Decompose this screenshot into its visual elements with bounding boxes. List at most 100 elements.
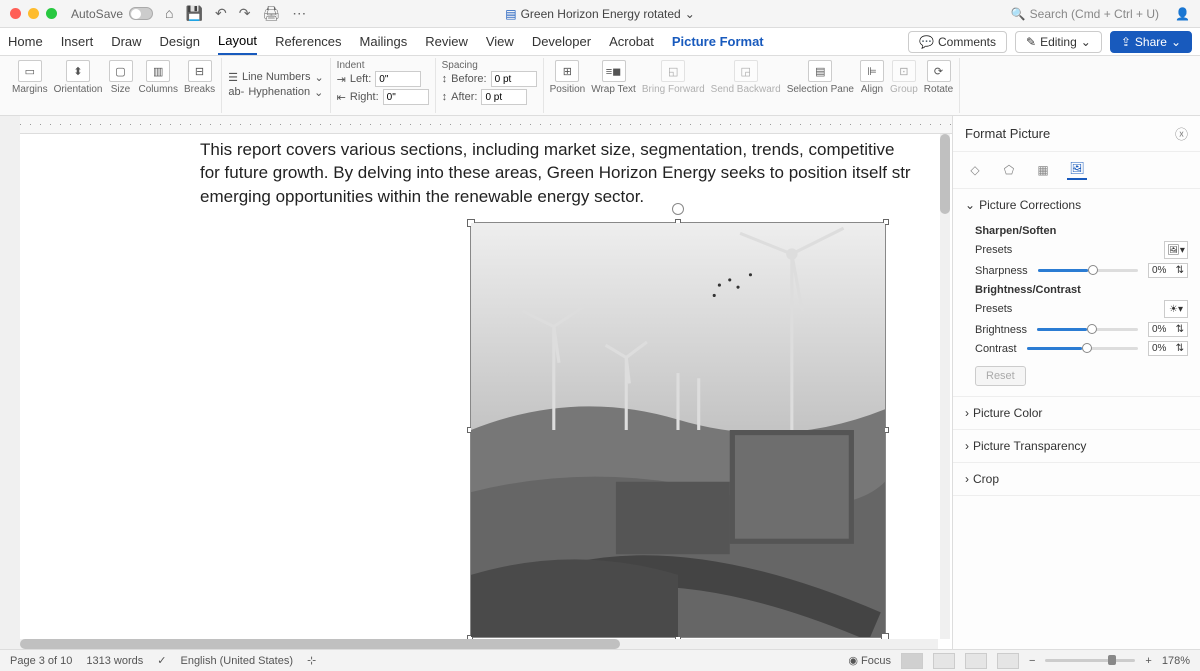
send-backward-button[interactable]: ◲Send Backward <box>711 60 781 95</box>
spacing-after-input[interactable] <box>481 89 527 105</box>
zoom-slider[interactable] <box>1045 659 1135 662</box>
brightness-value[interactable]: 0%⇅ <box>1148 322 1188 337</box>
document-title[interactable]: ▤ Green Horizon Energy rotated ⌄ <box>505 7 695 21</box>
effects-tab-icon[interactable]: ⬠ <box>999 160 1019 180</box>
tab-design[interactable]: Design <box>160 29 200 54</box>
share-button[interactable]: ⇪Share⌄ <box>1110 31 1192 53</box>
undo-icon[interactable]: ↶ <box>215 5 227 22</box>
position-button[interactable]: ⊞Position <box>550 60 586 95</box>
vertical-scrollbar[interactable] <box>940 134 950 639</box>
more-icon[interactable]: ⋯ <box>292 5 306 22</box>
quick-access-toolbar: ⌂ 💾 ↶ ↷ 🖨 ⋯ <box>165 5 306 22</box>
language-indicator[interactable]: English (United States) <box>180 655 293 667</box>
close-icon[interactable]: ⓧ <box>1175 124 1188 143</box>
save-icon[interactable]: 💾 <box>186 5 203 22</box>
selection-pane-button[interactable]: ▤Selection Pane <box>787 60 854 95</box>
tab-draw[interactable]: Draw <box>111 29 141 54</box>
crop-section[interactable]: ›Crop <box>953 463 1200 496</box>
tab-insert[interactable]: Insert <box>61 29 94 54</box>
contrast-value[interactable]: 0%⇅ <box>1148 341 1188 356</box>
picture-tab-icon[interactable]: 🖼 <box>1067 160 1087 180</box>
spacing-before-input[interactable] <box>491 71 537 87</box>
accessibility-icon[interactable]: ⊹ <box>307 654 316 667</box>
document-area[interactable]: This report covers various sections, inc… <box>0 116 952 649</box>
horizontal-scrollbar[interactable] <box>20 639 938 649</box>
body-text[interactable]: This report covers various sections, inc… <box>200 134 952 208</box>
size-button[interactable]: ▢Size <box>109 60 133 95</box>
brightness-contrast-label: Brightness/Contrast <box>975 284 1188 296</box>
outline-view[interactable] <box>965 653 987 669</box>
margins-button[interactable]: ▭Margins <box>12 60 48 95</box>
indent-right-input[interactable] <box>383 89 429 105</box>
group-button[interactable]: ⊡Group <box>890 60 918 95</box>
autosave-toggle[interactable]: AutoSave <box>71 7 153 21</box>
brightness-slider[interactable] <box>1037 328 1138 331</box>
tab-developer[interactable]: Developer <box>532 29 591 54</box>
fill-tab-icon[interactable]: ◇ <box>965 160 985 180</box>
group-spacing: Spacing ↕Before: ↕After: <box>436 58 544 113</box>
close-window[interactable] <box>10 8 21 19</box>
breaks-button[interactable]: ⊟Breaks <box>184 60 215 95</box>
line-numbers-button[interactable]: ☰Line Numbers⌄ <box>228 71 324 84</box>
group-line-hyphen: ☰Line Numbers⌄ ab-Hyphenation⌄ <box>222 58 331 113</box>
rotate-button[interactable]: ⟳Rotate <box>924 60 953 95</box>
align-button[interactable]: ⊫Align <box>860 60 884 95</box>
bring-forward-button[interactable]: ◱Bring Forward <box>642 60 705 95</box>
wrap-text-button[interactable]: ≡◼Wrap Text <box>591 60 636 95</box>
zoom-out[interactable]: − <box>1029 655 1035 667</box>
tab-picture-format[interactable]: Picture Format <box>672 29 764 54</box>
scrollbar-thumb[interactable] <box>940 134 950 214</box>
sharpen-presets-button[interactable]: 🖼▾ <box>1164 241 1188 259</box>
tab-references[interactable]: References <box>275 29 341 54</box>
tab-home[interactable]: Home <box>8 29 43 54</box>
group-arrange: ⊞Position ≡◼Wrap Text ◱Bring Forward ◲Se… <box>544 58 961 113</box>
rotate-handle[interactable] <box>672 203 684 215</box>
comments-button[interactable]: 💬Comments <box>908 31 1007 53</box>
draft-view[interactable] <box>997 653 1019 669</box>
tab-view[interactable]: View <box>486 29 514 54</box>
scrollbar-thumb[interactable] <box>20 639 620 649</box>
web-layout-view[interactable] <box>933 653 955 669</box>
tab-mailings[interactable]: Mailings <box>360 29 408 54</box>
zoom-level[interactable]: 178% <box>1162 655 1190 667</box>
page[interactable]: This report covers various sections, inc… <box>20 134 952 649</box>
page-indicator[interactable]: Page 3 of 10 <box>10 655 72 667</box>
editing-button[interactable]: ✎Editing⌄ <box>1015 31 1102 53</box>
user-icon[interactable]: 👤 <box>1175 7 1190 21</box>
indent-left-input[interactable] <box>375 71 421 87</box>
reset-button[interactable]: Reset <box>975 366 1026 386</box>
hyphenation-button[interactable]: ab-Hyphenation⌄ <box>228 86 323 99</box>
chevron-down-icon: ⌄ <box>1171 35 1181 49</box>
toggle-switch[interactable] <box>129 7 153 20</box>
picture-transparency-section[interactable]: ›Picture Transparency <box>953 430 1200 463</box>
tab-review[interactable]: Review <box>425 29 468 54</box>
home-icon[interactable]: ⌂ <box>165 5 173 22</box>
size-tab-icon[interactable]: ▦ <box>1033 160 1053 180</box>
maximize-window[interactable] <box>46 8 57 19</box>
search-input[interactable]: 🔍 Search (Cmd + Ctrl + U) <box>1011 7 1159 21</box>
print-layout-view[interactable] <box>901 653 923 669</box>
selected-picture[interactable] <box>470 222 886 638</box>
chevron-down-icon[interactable]: ⌄ <box>685 7 695 21</box>
sharpness-slider[interactable] <box>1038 269 1138 272</box>
spellcheck-icon[interactable]: ✓ <box>157 654 166 667</box>
focus-mode[interactable]: ◉ Focus <box>848 654 891 667</box>
minimize-window[interactable] <box>28 8 39 19</box>
word-count[interactable]: 1313 words <box>86 655 143 667</box>
zoom-in[interactable]: + <box>1145 655 1151 667</box>
print-icon[interactable]: 🖨 <box>262 5 280 22</box>
tab-layout[interactable]: Layout <box>218 28 257 55</box>
chevron-right-icon: › <box>965 472 969 486</box>
redo-icon[interactable]: ↷ <box>239 5 251 22</box>
picture-color-section[interactable]: ›Picture Color <box>953 397 1200 430</box>
contrast-slider[interactable] <box>1027 347 1138 350</box>
section-toggle[interactable]: ⌄Picture Corrections <box>965 195 1188 215</box>
sharpness-value[interactable]: 0%⇅ <box>1148 263 1188 278</box>
tab-acrobat[interactable]: Acrobat <box>609 29 654 54</box>
panel-tabs: ◇ ⬠ ▦ 🖼 <box>953 152 1200 189</box>
brightness-label: Brightness <box>975 324 1027 336</box>
brightness-presets-button[interactable]: ☀▾ <box>1164 300 1188 318</box>
columns-button[interactable]: ▥Columns <box>139 60 178 95</box>
horizontal-ruler[interactable] <box>20 116 952 134</box>
orientation-button[interactable]: ⬍Orientation <box>54 60 103 95</box>
